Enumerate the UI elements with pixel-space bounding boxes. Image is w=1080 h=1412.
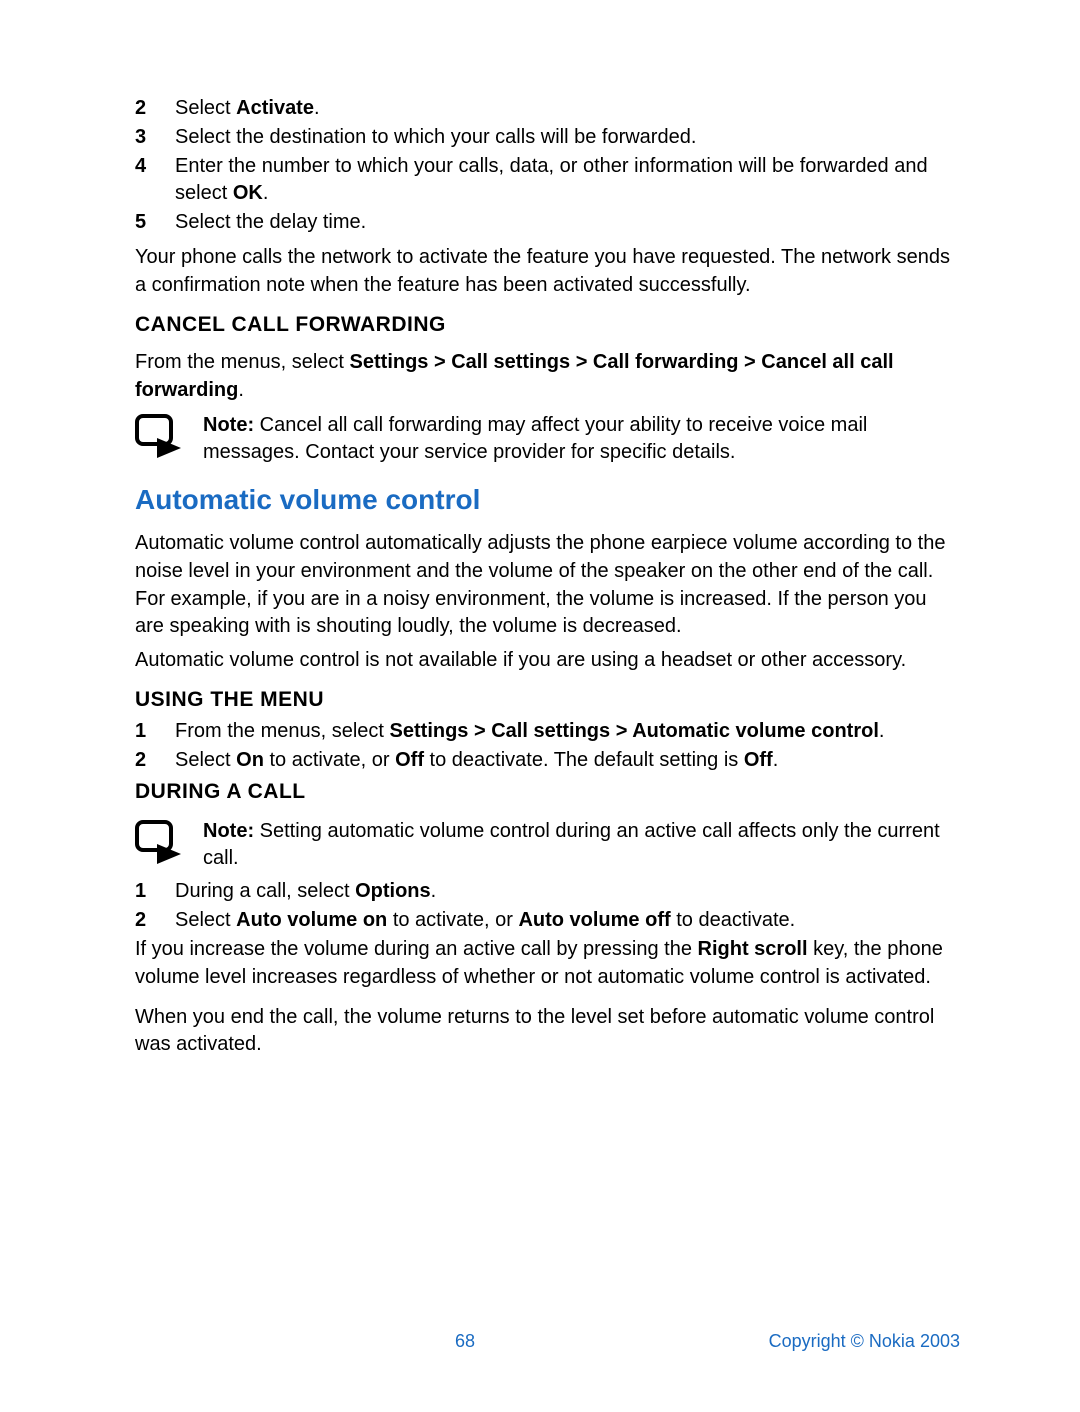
during-steps: 1During a call, select Options.2Select A… xyxy=(135,878,960,936)
step-text: Enter the number to which your calls, da… xyxy=(175,153,960,207)
during-para1: If you increase the volume during an act… xyxy=(135,936,960,991)
footer: 68 Copyright © Nokia 2003 xyxy=(135,1331,960,1352)
cancel-para: From the menus, select Settings > Call s… xyxy=(135,349,960,404)
using-heading: USING THE MENU xyxy=(135,688,960,712)
step-item: 2Select Activate. xyxy=(135,95,960,122)
note-label: Note: xyxy=(203,820,254,842)
step-text: Select the destination to which your cal… xyxy=(175,124,960,151)
cancel-para-after: . xyxy=(238,379,244,401)
step-item: 1During a call, select Options. xyxy=(135,878,960,905)
step-item: 3Select the destination to which your ca… xyxy=(135,124,960,151)
step-item: 1From the menus, select Settings > Call … xyxy=(135,718,960,745)
page-number: 68 xyxy=(455,1331,475,1352)
note-text-2: Note: Setting automatic volume control d… xyxy=(203,818,960,872)
step-text: Select Activate. xyxy=(175,95,960,122)
avc-para2: Automatic volume control is not availabl… xyxy=(135,647,960,675)
page: 2Select Activate.3Select the destination… xyxy=(0,0,1080,1412)
step-number: 3 xyxy=(135,124,175,151)
note-body: Setting automatic volume control during … xyxy=(203,820,940,869)
step-item: 2Select Auto volume on to activate, or A… xyxy=(135,907,960,934)
step-text: During a call, select Options. xyxy=(175,878,960,905)
step-number: 5 xyxy=(135,209,175,236)
note-block-1: Note: Cancel all call forwarding may aff… xyxy=(135,412,960,466)
section-heading: Automatic volume control xyxy=(135,484,960,516)
during-para2: When you end the call, the volume return… xyxy=(135,1004,960,1059)
note-icon xyxy=(135,414,185,458)
during-heading: DURING A CALL xyxy=(135,780,960,804)
step-text: From the menus, select Settings > Call s… xyxy=(175,718,960,745)
cancel-para-before: From the menus, select xyxy=(135,351,350,373)
step-number: 2 xyxy=(135,747,175,774)
note-body: Cancel all call forwarding may affect yo… xyxy=(203,414,867,463)
note-icon xyxy=(135,820,185,864)
step-number: 2 xyxy=(135,95,175,122)
step-number: 4 xyxy=(135,153,175,180)
steps-top: 2Select Activate.3Select the destination… xyxy=(135,95,960,238)
step-text: Select On to activate, or Off to deactiv… xyxy=(175,747,960,774)
step-number: 1 xyxy=(135,718,175,745)
copyright: Copyright © Nokia 2003 xyxy=(769,1331,960,1352)
para-top: Your phone calls the network to activate… xyxy=(135,244,960,299)
step-item: 5Select the delay time. xyxy=(135,209,960,236)
cancel-heading: CANCEL CALL FORWARDING xyxy=(135,313,960,337)
note-label: Note: xyxy=(203,414,254,436)
step-item: 2Select On to activate, or Off to deacti… xyxy=(135,747,960,774)
note-text-1: Note: Cancel all call forwarding may aff… xyxy=(203,412,960,466)
step-item: 4Enter the number to which your calls, d… xyxy=(135,153,960,207)
using-steps: 1From the menus, select Settings > Call … xyxy=(135,718,960,776)
step-text: Select Auto volume on to activate, or Au… xyxy=(175,907,960,934)
avc-para1: Automatic volume control automatically a… xyxy=(135,530,960,640)
step-text: Select the delay time. xyxy=(175,209,960,236)
step-number: 1 xyxy=(135,878,175,905)
note-block-2: Note: Setting automatic volume control d… xyxy=(135,818,960,872)
step-number: 2 xyxy=(135,907,175,934)
